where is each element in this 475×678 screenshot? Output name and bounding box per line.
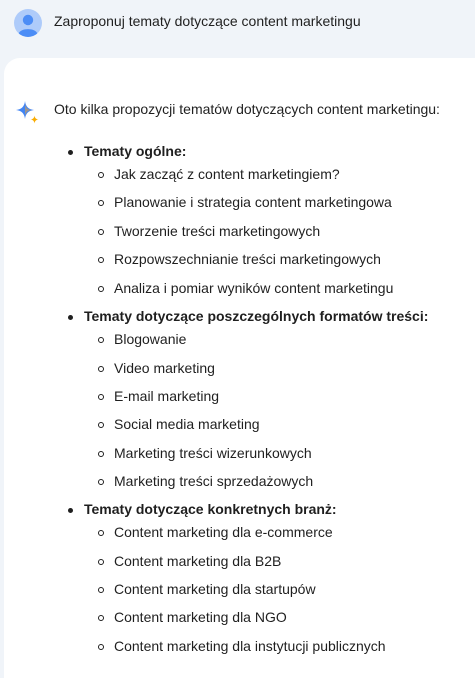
list-item: Blogowanie <box>114 331 187 347</box>
list-item: Jak zacząć z content marketingiem? <box>114 166 340 182</box>
list-item: Social media marketing <box>114 416 260 432</box>
item-bullet <box>98 451 104 457</box>
list-item: Content marketing dla instytucji publicz… <box>114 638 386 654</box>
item-bullet <box>98 644 104 650</box>
item-bullet <box>98 229 104 235</box>
item-bullet <box>98 394 104 400</box>
list-item: Marketing treści sprzedażowych <box>114 473 314 489</box>
item-bullet <box>98 615 104 621</box>
item-bullet <box>98 587 104 593</box>
user-avatar-icon[interactable] <box>14 9 42 37</box>
section-bullet <box>68 508 73 513</box>
prompt-bar: Zaproponuj tematy dotyczące content mark… <box>0 0 475 56</box>
section-bullet <box>68 315 73 320</box>
sparkle-icon <box>16 101 39 124</box>
item-bullet <box>98 257 104 263</box>
list-item: Rozpowszechnianie treści marketingowych <box>114 251 381 267</box>
list-item: Marketing treści wizerunkowych <box>114 445 312 461</box>
list-item: Tworzenie treści marketingowych <box>114 223 321 239</box>
list-item: E-mail marketing <box>114 388 220 404</box>
item-bullet <box>98 422 104 428</box>
item-bullet <box>98 200 104 206</box>
item-bullet <box>98 172 104 178</box>
list-item: Content marketing dla NGO <box>114 609 287 625</box>
list-item: Content marketing dla startupów <box>114 581 316 597</box>
prompt-text: Zaproponuj tematy dotyczące content mark… <box>54 13 361 29</box>
list-item: Video marketing <box>114 360 215 376</box>
item-bullet <box>98 559 104 565</box>
item-bullet <box>98 337 104 343</box>
section-title: Tematy dotyczące poszczególnych formatów… <box>84 308 429 324</box>
item-bullet <box>98 530 104 536</box>
section-title: Tematy dotyczące konkretnych branż: <box>84 501 337 517</box>
item-bullet <box>98 479 104 485</box>
item-bullet <box>98 366 104 372</box>
section-bullet <box>68 150 73 155</box>
list-item: Content marketing dla e-commerce <box>114 524 333 540</box>
item-bullet <box>98 286 104 292</box>
list-item: Planowanie i strategia content marketing… <box>114 194 392 210</box>
list-item: Content marketing dla B2B <box>114 553 282 569</box>
response-intro: Oto kilka propozycji tematów dotyczących… <box>54 101 440 117</box>
section-title: Tematy ogólne: <box>84 143 187 159</box>
list-item: Analiza i pomiar wyników content marketi… <box>114 280 394 296</box>
